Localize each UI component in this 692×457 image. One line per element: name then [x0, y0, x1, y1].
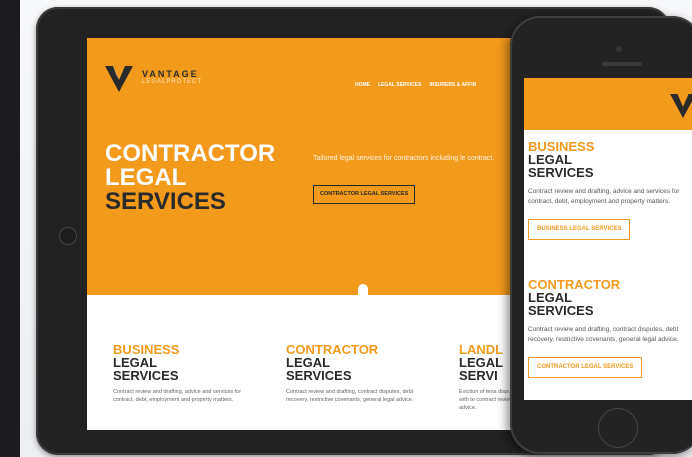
main-nav: HOME LEGAL SERVICES INSURERS & AFFIN — [355, 82, 476, 88]
phone-section-description: Contract review and drafting, advice and… — [528, 188, 680, 205]
phone-section-description: Contract review and drafting, contract d… — [528, 326, 679, 343]
service-title: CONTRACTOR LEGAL SERVICES — [286, 343, 436, 382]
nav-item-home[interactable]: HOME — [355, 82, 370, 88]
phone-home-button[interactable] — [598, 408, 638, 448]
hero-title-line-2: LEGAL — [105, 164, 187, 191]
phone-device: BUSINESS LEGAL SERVICES Contract review … — [510, 16, 692, 454]
hero-title-line-1: CONTRACTOR — [105, 140, 276, 167]
phone-title-line: SERVICES — [528, 303, 594, 318]
phone-speaker — [602, 62, 642, 66]
phone-screen: BUSINESS LEGAL SERVICES Contract review … — [524, 78, 692, 400]
business-legal-services-button[interactable]: BUSINESS LEGAL SERVICES — [528, 219, 631, 240]
brand-name: VANTAGE — [142, 69, 199, 79]
service-title-line: SERVICES — [286, 368, 352, 383]
service-description: Contract review and drafting, contract d… — [286, 389, 414, 403]
brand-tagline: LEGALPROTECT — [142, 79, 203, 85]
v-logo-icon[interactable] — [670, 94, 692, 118]
v-logo-icon[interactable] — [105, 66, 133, 92]
contractor-legal-services-button[interactable]: CONTRACTOR LEGAL SERVICES — [528, 357, 643, 378]
tablet-camera-icon — [59, 227, 77, 245]
service-card-business[interactable]: BUSINESS LEGAL SERVICES Contract review … — [113, 343, 263, 404]
hero-description: Tailored legal services for contractors … — [313, 155, 495, 162]
nav-item-insurers[interactable]: INSURERS & AFFIN — [429, 82, 476, 88]
nav-item-legal-services[interactable]: LEGAL SERVICES — [378, 82, 421, 88]
phone-section-business: BUSINESS LEGAL SERVICES Contract review … — [528, 140, 688, 240]
phone-section-title: BUSINESS LEGAL SERVICES — [528, 140, 688, 179]
service-title-line: SERVICES — [113, 368, 179, 383]
hero-title: CONTRACTOR LEGAL SERVICES — [105, 142, 275, 214]
phone-header — [524, 78, 692, 130]
service-description: Contract review and drafting, advice and… — [113, 389, 242, 403]
phone-title-line: SERVICES — [528, 165, 594, 180]
phone-section-contractor: CONTRACTOR LEGAL SERVICES Contract revie… — [528, 278, 688, 378]
contractor-legal-services-button[interactable]: CONTRACTOR LEGAL SERVICES — [313, 185, 416, 204]
service-card-contractor[interactable]: CONTRACTOR LEGAL SERVICES Contract revie… — [286, 343, 436, 404]
service-title: BUSINESS LEGAL SERVICES — [113, 343, 263, 382]
phone-section-title: CONTRACTOR LEGAL SERVICES — [528, 278, 688, 317]
phone-camera-icon — [616, 46, 622, 52]
hero-title-line-3: SERVICES — [105, 188, 226, 215]
